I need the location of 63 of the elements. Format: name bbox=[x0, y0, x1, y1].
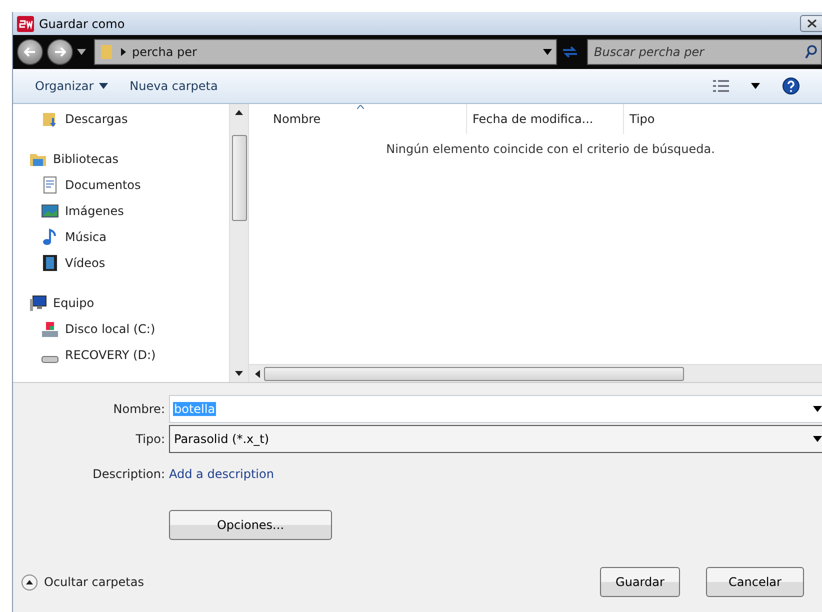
image-icon bbox=[41, 202, 59, 220]
drive-icon bbox=[41, 356, 59, 364]
collapse-icon bbox=[21, 574, 38, 590]
nav-item[interactable]: Vídeos bbox=[65, 256, 106, 270]
search-field[interactable]: Buscar percha per bbox=[587, 39, 822, 65]
cancel-button[interactable]: Cancelar bbox=[706, 567, 804, 597]
field-label: Tipo: bbox=[134, 432, 166, 446]
organize-button[interactable]: Organizar bbox=[35, 77, 108, 95]
chevron-icon bbox=[121, 48, 126, 56]
field-label: Description: bbox=[92, 467, 166, 481]
forward-button[interactable] bbox=[47, 39, 73, 65]
nav-item[interactable]: Música bbox=[65, 230, 106, 244]
close-icon bbox=[807, 19, 817, 28]
music-note-icon bbox=[41, 228, 59, 246]
folder-arrow-icon bbox=[41, 110, 59, 128]
add-description-link[interactable]: Add a description bbox=[169, 467, 274, 481]
app-logo-icon bbox=[17, 16, 34, 32]
up-arrow-icon bbox=[235, 110, 243, 115]
search-icon bbox=[805, 45, 817, 59]
column-header[interactable]: Tipo bbox=[630, 112, 655, 126]
column-header[interactable]: Fecha de modifica... bbox=[472, 112, 594, 126]
nav-item[interactable]: Imágenes bbox=[65, 204, 124, 218]
caret-icon bbox=[813, 406, 822, 412]
nav-item[interactable]: Descargas bbox=[65, 112, 128, 126]
address-field[interactable]: percha per bbox=[94, 39, 557, 65]
caret-icon bbox=[77, 49, 86, 55]
disk-drive-icon bbox=[41, 320, 59, 338]
document-icon bbox=[41, 176, 59, 194]
nav-item[interactable]: Bibliotecas bbox=[53, 152, 118, 166]
caret-icon bbox=[98, 83, 108, 89]
scrollbar-thumb[interactable] bbox=[232, 135, 246, 221]
computer-icon bbox=[29, 294, 47, 312]
search-input[interactable]: Buscar percha per bbox=[592, 44, 805, 60]
nav-item[interactable]: Equipo bbox=[53, 296, 94, 310]
save-button[interactable]: Guardar bbox=[600, 567, 680, 597]
back-arrow-icon bbox=[24, 47, 36, 57]
refresh-icon[interactable] bbox=[561, 44, 579, 60]
view-list-icon[interactable] bbox=[713, 80, 729, 92]
caret-icon bbox=[543, 49, 552, 55]
new-folder-button[interactable]: Nueva carpeta bbox=[130, 77, 218, 95]
file-type-dropdown[interactable]: Parasolid (*.x_t) bbox=[169, 425, 822, 453]
nav-item[interactable]: RECOVERY (D:) bbox=[65, 348, 156, 362]
folder-icon bbox=[99, 44, 115, 60]
column-header[interactable]: Nombre bbox=[273, 112, 321, 126]
horizontal-scrollbar[interactable] bbox=[249, 364, 822, 382]
nav-item[interactable]: Documentos bbox=[65, 178, 141, 192]
scrollbar-thumb[interactable] bbox=[264, 366, 684, 380]
empty-message: Ningún elemento coincide con el criterio de búsqueda. bbox=[386, 142, 715, 158]
window-title: Guardar como bbox=[39, 16, 126, 30]
film-icon bbox=[41, 254, 59, 272]
options-button[interactable]: Opciones... bbox=[169, 510, 332, 540]
help-icon[interactable] bbox=[782, 77, 800, 95]
nav-item[interactable]: Disco local (C:) bbox=[65, 322, 156, 336]
field-label: Nombre: bbox=[112, 402, 166, 416]
vertical-scrollbar[interactable] bbox=[229, 104, 249, 382]
down-arrow-icon bbox=[235, 371, 243, 376]
left-arrow-icon bbox=[255, 370, 260, 378]
forward-arrow-icon bbox=[54, 47, 66, 57]
caret-icon bbox=[813, 436, 822, 442]
close-button[interactable] bbox=[800, 15, 822, 32]
hide-folders-button[interactable]: Ocultar carpetas bbox=[21, 574, 144, 590]
caret-icon bbox=[751, 83, 760, 89]
back-button[interactable] bbox=[17, 39, 43, 65]
